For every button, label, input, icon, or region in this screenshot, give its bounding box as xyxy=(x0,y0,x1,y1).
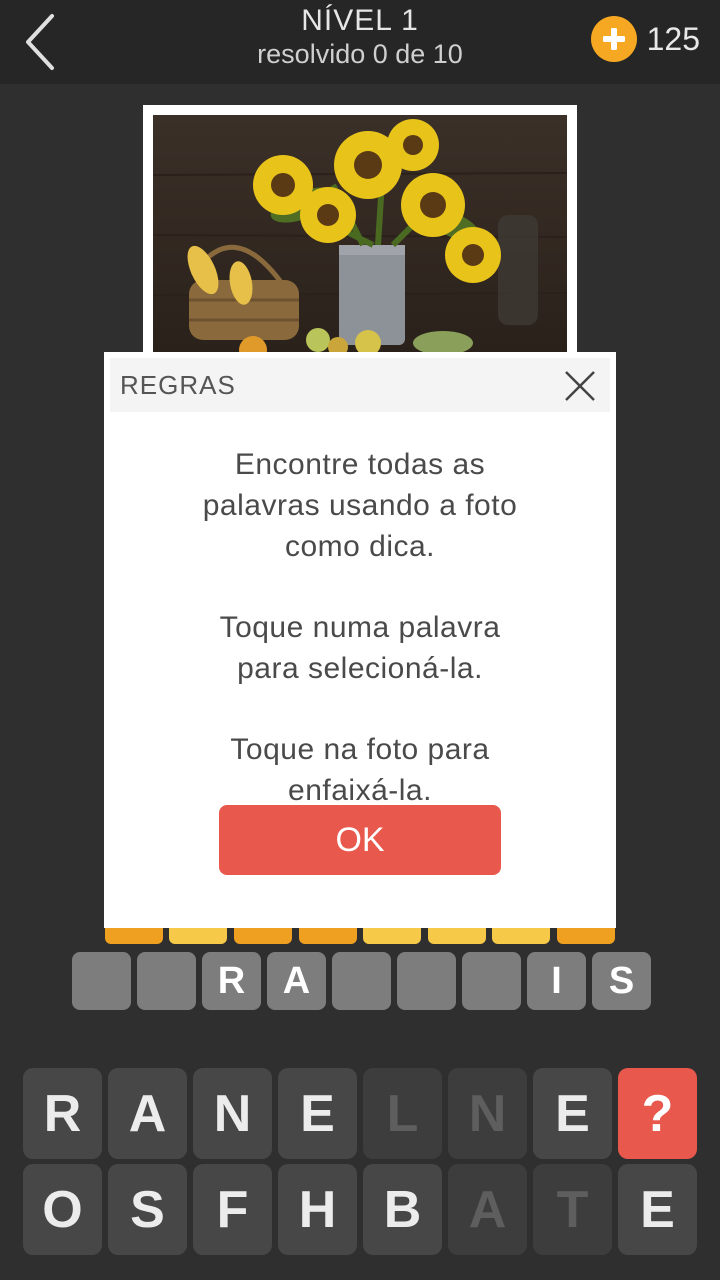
letter-key[interactable]: S xyxy=(108,1164,187,1255)
letter-key[interactable]: O xyxy=(23,1164,102,1255)
level-header: NÍVEL 1 resolvido 0 de 10 xyxy=(200,4,520,70)
answer-slot[interactable] xyxy=(462,952,521,1010)
answer-slot[interactable]: S xyxy=(592,952,651,1010)
letter-key[interactable]: R xyxy=(23,1068,102,1159)
letter-key[interactable]: F xyxy=(193,1164,272,1255)
plus-icon xyxy=(602,28,625,50)
letter-key[interactable]: N xyxy=(193,1068,272,1159)
letter-key-used: A xyxy=(448,1164,527,1255)
letter-keyboard-row-2: O S F H B A T E xyxy=(23,1164,697,1255)
letter-key[interactable]: H xyxy=(278,1164,357,1255)
rules-dialog-body: Encontre todas as palavras usando a foto… xyxy=(104,444,616,851)
answer-strip-segment xyxy=(492,928,550,944)
rules-paragraph: Toque numa palavra para selecioná-la. xyxy=(219,611,501,685)
top-bar: NÍVEL 1 resolvido 0 de 10 125 xyxy=(0,0,720,84)
letter-key[interactable]: A xyxy=(108,1068,187,1159)
answer-slot[interactable] xyxy=(397,952,456,1010)
ok-button[interactable]: OK xyxy=(219,805,501,875)
letter-key-used: L xyxy=(363,1068,442,1159)
close-icon xyxy=(565,371,595,401)
answer-strip-segment xyxy=(234,928,292,944)
answer-slot[interactable]: I xyxy=(527,952,586,1010)
level-title: NÍVEL 1 xyxy=(301,4,419,37)
rules-paragraph: Encontre todas as palavras usando a foto… xyxy=(202,448,518,563)
letter-keyboard-row-1: R A N E L N E ? xyxy=(23,1068,697,1159)
coin-count: 125 xyxy=(646,20,700,57)
answer-strip-segment xyxy=(299,928,357,944)
answer-slot[interactable]: R xyxy=(202,952,261,1010)
answer-slot[interactable]: A xyxy=(267,952,326,1010)
answer-slot[interactable] xyxy=(332,952,391,1010)
rules-dialog-header: REGRAS xyxy=(110,358,610,412)
answer-strip-segment xyxy=(169,928,227,944)
letter-key-used: T xyxy=(533,1164,612,1255)
letter-key[interactable]: B xyxy=(363,1164,442,1255)
letter-key-used: N xyxy=(448,1068,527,1159)
answer-strip-segment xyxy=(105,928,163,944)
close-button[interactable] xyxy=(560,366,600,406)
coin-balance[interactable]: 125 xyxy=(590,14,700,64)
plus-coin-icon[interactable] xyxy=(590,16,637,62)
answer-strip-segment xyxy=(363,928,421,944)
letter-key[interactable]: E xyxy=(618,1164,697,1255)
chevron-left-icon xyxy=(26,14,54,70)
level-progress: resolvido 0 de 10 xyxy=(257,39,463,69)
answer-slots: R A I S xyxy=(72,952,651,1010)
answer-strip-segment xyxy=(428,928,486,944)
rules-paragraph: Toque na foto para enfaixá-la. xyxy=(230,733,490,807)
answer-strip-segment xyxy=(557,928,615,944)
hint-button[interactable]: ? xyxy=(618,1068,697,1159)
letter-key[interactable]: E xyxy=(533,1068,612,1159)
rules-dialog: REGRAS Encontre todas as palavras usando… xyxy=(104,352,616,928)
rules-dialog-title: REGRAS xyxy=(120,370,236,400)
letter-key[interactable]: E xyxy=(278,1068,357,1159)
answer-slot[interactable] xyxy=(137,952,196,1010)
answer-slot[interactable] xyxy=(72,952,131,1010)
back-button[interactable] xyxy=(18,10,66,74)
